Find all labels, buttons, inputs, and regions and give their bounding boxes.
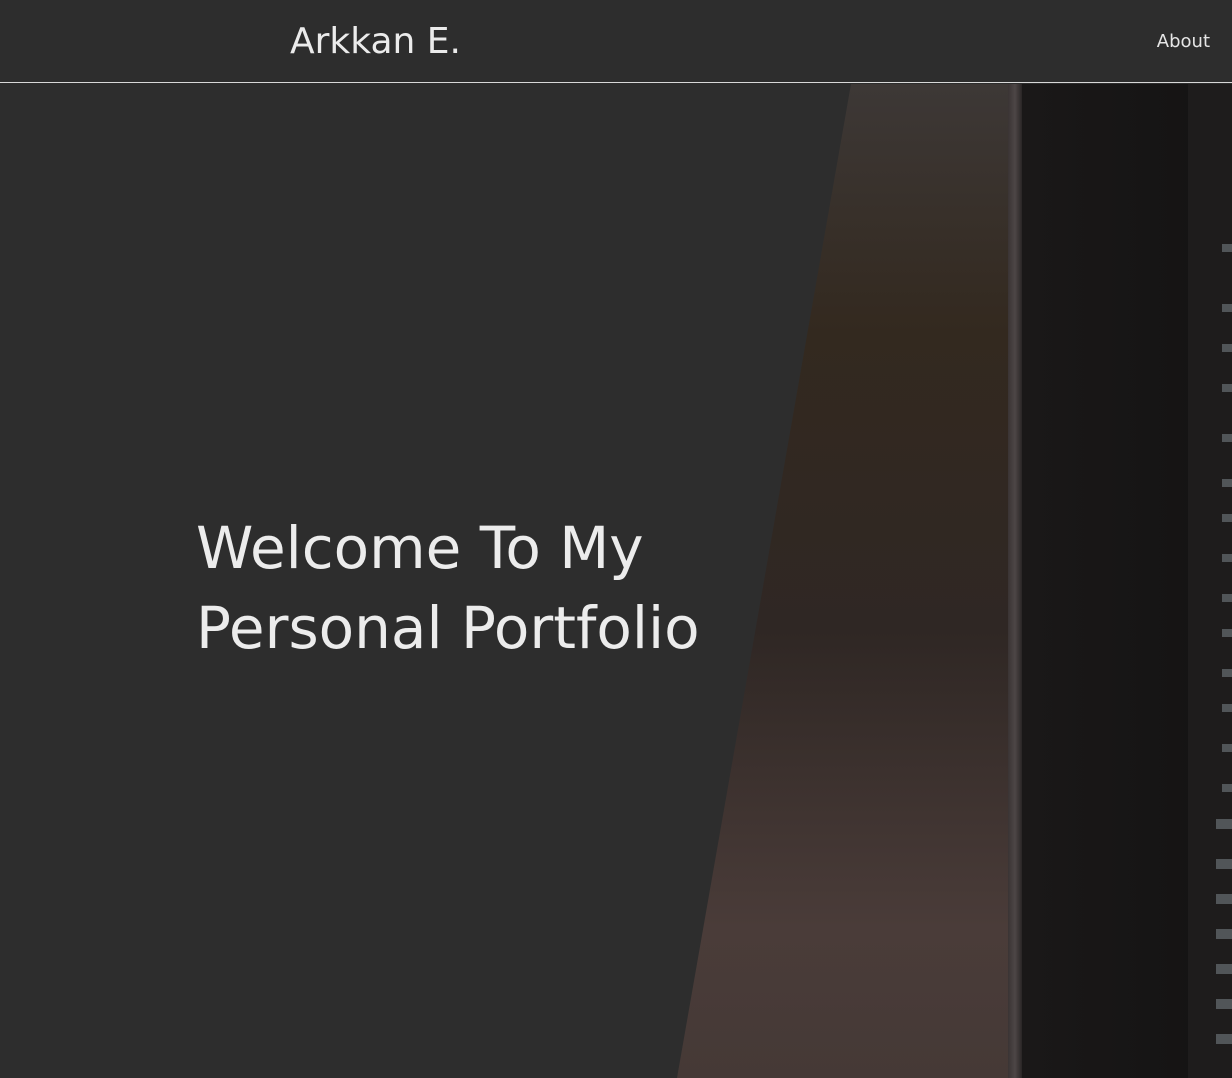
hero-title: Welcome To My Personal Portfolio	[196, 514, 700, 662]
nav-link-about[interactable]: About	[1157, 30, 1210, 54]
top-navbar: Arkkan E. About	[0, 0, 1232, 83]
hero-section: Welcome To My Personal Portfolio	[0, 84, 1232, 1078]
site-brand[interactable]: Arkkan E.	[290, 20, 461, 64]
